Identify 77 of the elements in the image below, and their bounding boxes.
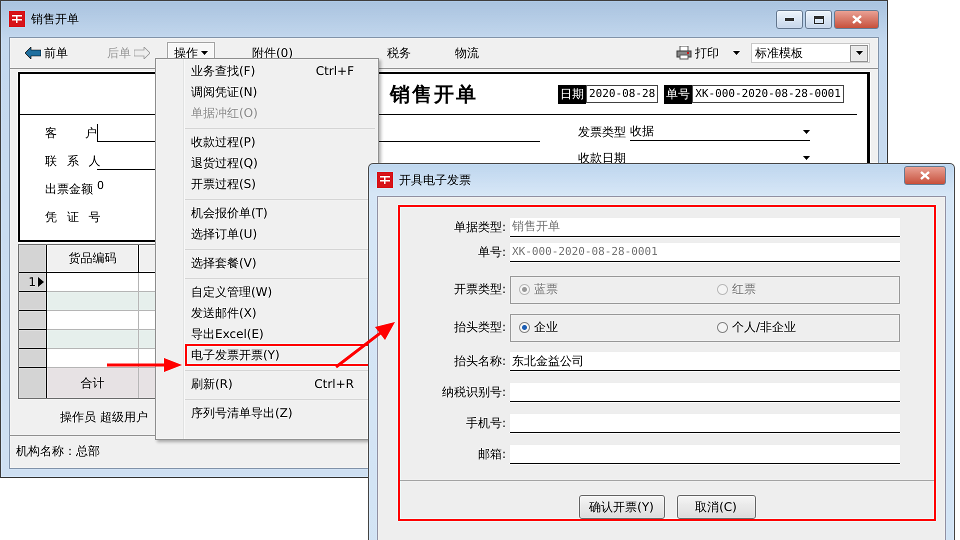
input-field[interactable] — [510, 445, 900, 464]
select-field[interactable]: 收据 — [630, 123, 810, 141]
menu-item[interactable]: 收款过程(P) — [185, 131, 374, 153]
table-cell[interactable] — [47, 273, 139, 292]
caret-icon — [733, 51, 740, 55]
date-field[interactable]: 2020-08-28 — [586, 85, 658, 103]
dropdown-icon — [803, 130, 810, 134]
field-label: 邮箱: — [476, 446, 507, 464]
grid-corner-cell — [19, 245, 47, 273]
input-field[interactable]: 销售开单 — [510, 218, 900, 237]
dialog-title: 开具电子发票 — [399, 172, 471, 188]
input-field[interactable] — [510, 383, 900, 402]
field-label: 客 户 — [45, 124, 97, 142]
printer-icon — [676, 46, 692, 60]
field-label: 开票类型: — [452, 281, 507, 298]
table-cell[interactable] — [47, 292, 139, 311]
operator-value: 超级用户 — [100, 408, 148, 426]
close-button[interactable] — [834, 10, 879, 29]
field-label: 收款日期 — [578, 150, 626, 166]
radio-label[interactable]: 个人/非企业 — [732, 319, 796, 336]
input-field[interactable]: XK-000-2020-08-28-0001 — [510, 242, 900, 262]
radio-label[interactable]: 企业 — [534, 319, 558, 336]
forward-arrow-icon — [134, 47, 150, 59]
print-button[interactable]: 打印 — [669, 42, 726, 64]
status-text: 机构名称：总部 — [16, 442, 100, 460]
row-header[interactable]: 1 — [19, 273, 47, 292]
radio-button[interactable] — [717, 322, 728, 334]
number-label: 单号 — [664, 84, 692, 104]
toolbar-button[interactable]: 前单 — [18, 42, 75, 64]
input-field[interactable] — [510, 414, 900, 434]
close-icon — [852, 15, 862, 24]
maximize-icon — [814, 16, 824, 24]
form-title: 销售开单 — [390, 80, 478, 108]
caret-icon — [201, 51, 208, 55]
radio-button[interactable] — [519, 322, 530, 334]
row-header[interactable] — [19, 311, 47, 330]
toolbar-button[interactable]: 税务 — [380, 42, 418, 64]
minimize-button[interactable] — [776, 10, 803, 29]
row-number: 1 — [28, 275, 36, 289]
close-icon — [920, 171, 930, 180]
field-label: 出票金额 — [45, 180, 94, 198]
field-label: 抬头名称: — [452, 353, 507, 370]
app-logo-icon — [377, 172, 393, 188]
back-arrow-icon — [25, 47, 41, 59]
operator-label: 操作员 — [60, 408, 96, 426]
table-cell[interactable] — [47, 349, 139, 368]
dropdown-icon — [856, 51, 862, 55]
total-label: 合计 — [47, 368, 139, 398]
maximize-button[interactable] — [805, 10, 832, 29]
row-header[interactable] — [19, 349, 47, 368]
field-label: 纳税识别号: — [440, 384, 507, 402]
table-cell[interactable] — [47, 311, 139, 330]
number-field[interactable]: XK-000-2020-08-28-0001 — [692, 85, 844, 103]
field-label: 单据类型: — [452, 218, 507, 236]
input-field[interactable]: 东北金益公司 — [510, 352, 900, 372]
window-title: 销售开单 — [31, 10, 79, 28]
minimize-icon — [785, 18, 794, 21]
menu-item[interactable]: 调阅凭证(N) — [185, 81, 374, 103]
field-label: 单号: — [476, 244, 507, 261]
dialog-button[interactable]: 取消(C) — [676, 495, 756, 519]
current-row-icon — [38, 277, 44, 287]
date-label: 日期 — [558, 84, 586, 104]
annotation-arrow — [335, 322, 395, 368]
close-button[interactable] — [904, 166, 946, 185]
dropdown-icon — [803, 156, 810, 160]
template-select[interactable]: 标准模板 — [751, 43, 870, 63]
field-label: 抬头类型: — [452, 319, 507, 336]
dialog-button[interactable]: 确认开票(Y) — [578, 495, 664, 519]
row-header[interactable] — [19, 292, 47, 311]
app-logo-icon — [9, 11, 25, 27]
toolbar-button[interactable]: 物流 — [448, 42, 486, 64]
row-header[interactable] — [19, 330, 47, 349]
field-value: 0 — [97, 179, 104, 192]
column-header[interactable]: 货品编码 — [47, 245, 139, 273]
field-label: 发票类型 — [578, 124, 626, 140]
table-cell[interactable] — [47, 330, 139, 349]
field-label: 手机号: — [464, 415, 507, 432]
